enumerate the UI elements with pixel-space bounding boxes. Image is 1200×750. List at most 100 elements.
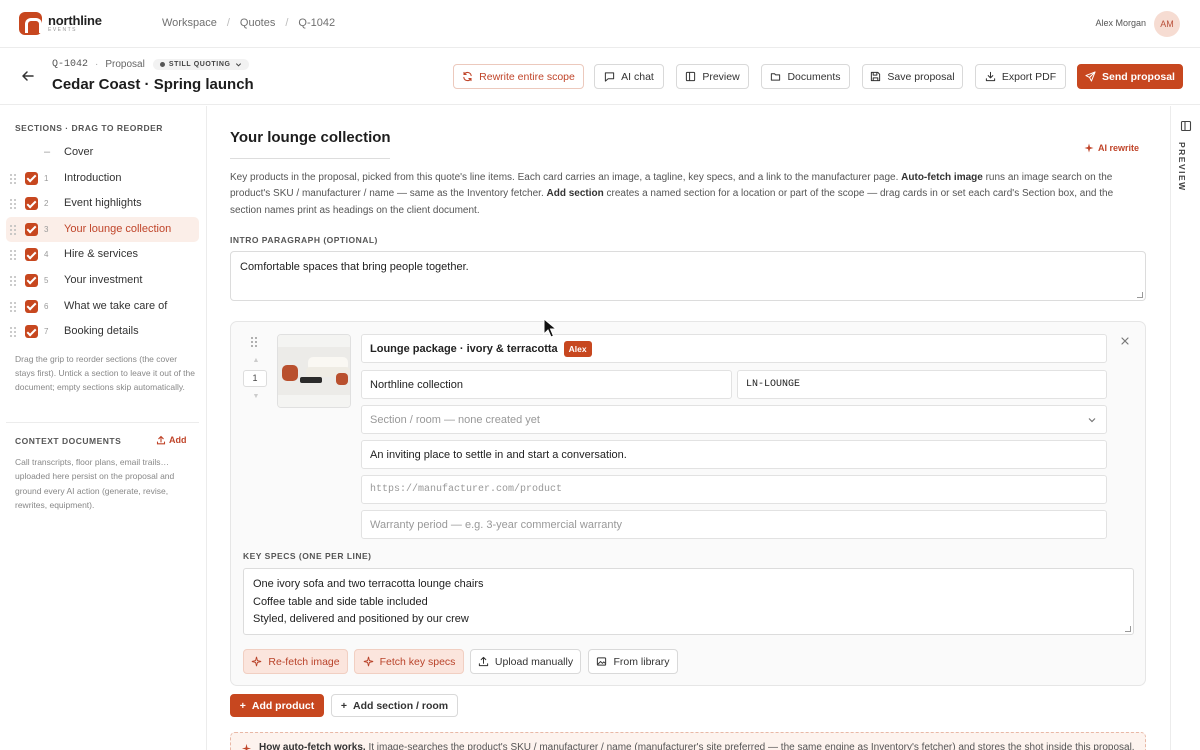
section-room-select[interactable]: Section / room — none created yet xyxy=(361,405,1107,434)
tagline-field[interactable]: An inviting place to settle in and start… xyxy=(361,440,1107,469)
drag-grip-icon[interactable] xyxy=(10,173,16,184)
from-library-button[interactable]: From library xyxy=(588,649,678,674)
key-specs-field[interactable]: One ivory sofa and two terracotta lounge… xyxy=(243,568,1134,635)
product-name-field[interactable]: Lounge package · ivory & terracotta Alex xyxy=(361,334,1107,363)
user-name[interactable]: Alex Morgan xyxy=(1095,18,1146,28)
breadcrumb: Workspace / Quotes / Q-1042 xyxy=(162,17,335,29)
cover-dash: – xyxy=(44,146,51,158)
image-icon xyxy=(597,657,607,666)
move-down-icon[interactable]: ▼ xyxy=(252,393,260,400)
status-dot-icon xyxy=(159,62,165,67)
section-checkbox[interactable] xyxy=(25,299,38,313)
sidebar-item-cover[interactable]: – Cover xyxy=(6,140,199,166)
documents-button[interactable]: Documents xyxy=(761,64,850,89)
brand-name: northline xyxy=(48,13,102,28)
section-number: 2 xyxy=(44,199,49,209)
drag-grip-icon[interactable] xyxy=(10,275,16,286)
sidebar-item-hire-services[interactable]: 4 Hire & services xyxy=(6,242,199,268)
arrow-left-icon[interactable] xyxy=(19,67,37,85)
breadcrumb-quote-id[interactable]: Q-1042 xyxy=(298,17,335,29)
upload-icon xyxy=(156,435,166,445)
sidebar-item-lounge-collection[interactable]: 3 Your lounge collection xyxy=(6,216,199,243)
sections-help-text: Drag the grip to reorder sections (the c… xyxy=(15,354,195,392)
warranty-field[interactable]: Warranty period — e.g. 3-year commercial… xyxy=(361,510,1107,539)
quote-meta: Q-1042 · Proposal STILL QUOTING xyxy=(52,59,249,70)
resize-handle-icon[interactable] xyxy=(1137,292,1143,298)
add-section-button[interactable]: + Add section / room xyxy=(331,694,458,717)
preview-button[interactable]: Preview xyxy=(676,64,749,89)
section-number: 1 xyxy=(44,173,49,183)
section-checkbox[interactable] xyxy=(25,197,38,211)
sidebar-item-label: Event highlights xyxy=(64,197,142,210)
status-label: STILL QUOTING xyxy=(168,61,231,68)
section-checkbox[interactable] xyxy=(25,171,38,185)
section-title[interactable]: Your lounge collection xyxy=(230,129,391,146)
panel-icon xyxy=(1180,120,1192,132)
url-field[interactable]: https://manufacturer.com/product xyxy=(361,475,1107,504)
sidebar-item-what-we-take-care-of[interactable]: 6 What we take care of xyxy=(6,294,199,320)
close-icon[interactable] xyxy=(1119,335,1131,347)
sku-field[interactable]: LN-LOUNGE xyxy=(737,370,1107,399)
ai-rewrite-label: AI rewrite xyxy=(1098,143,1140,153)
lounge-product-photo xyxy=(278,335,350,407)
avatar[interactable]: AM xyxy=(1154,11,1180,37)
drag-grip-icon[interactable] xyxy=(10,250,16,261)
key-specs-label: KEY SPECS (ONE PER LINE) xyxy=(243,551,372,561)
breadcrumb-quotes[interactable]: Quotes xyxy=(240,17,275,29)
export-pdf-button[interactable]: Export PDF xyxy=(975,64,1066,89)
drag-grip-icon[interactable] xyxy=(10,199,16,210)
quote-type: Proposal xyxy=(105,59,145,70)
send-icon xyxy=(1085,71,1096,82)
chevron-down-icon xyxy=(1088,418,1096,423)
drag-grip-icon[interactable] xyxy=(10,327,16,338)
sidebar-item-booking-details[interactable]: 7 Booking details xyxy=(6,319,199,345)
drag-grip-icon[interactable] xyxy=(10,301,16,312)
sidebar-item-introduction[interactable]: 1 Introduction xyxy=(6,166,199,192)
section-editor: Your lounge collection AI rewrite Key pr… xyxy=(208,106,1170,750)
brand-subtitle: EVENTS xyxy=(48,27,78,33)
northline-logo-icon[interactable] xyxy=(19,12,42,35)
intro-value: Comfortable spaces that bring people tog… xyxy=(240,261,469,273)
context-documents-heading: CONTEXT DOCUMENTS xyxy=(15,436,122,446)
fetch-key-specs-button[interactable]: Fetch key specs xyxy=(354,649,464,674)
sidebar-item-label: What we take care of xyxy=(64,299,168,312)
section-checkbox[interactable] xyxy=(25,248,38,262)
preview-rail[interactable]: PREVIEW xyxy=(1170,106,1200,750)
add-context-button[interactable]: Add xyxy=(156,435,187,445)
refetch-image-button[interactable]: Re-fetch image xyxy=(243,649,348,674)
manufacturer-field[interactable]: Northline collection xyxy=(361,370,732,399)
save-button[interactable]: Save proposal xyxy=(862,64,963,89)
section-checkbox[interactable] xyxy=(25,222,38,236)
product-image[interactable] xyxy=(277,334,351,408)
chevron-down-icon xyxy=(235,63,241,67)
plus-icon: + xyxy=(340,699,348,712)
upload-manually-button[interactable]: Upload manually xyxy=(470,649,581,674)
ai-rewrite-button[interactable]: AI rewrite xyxy=(1084,143,1139,153)
section-number: 7 xyxy=(44,327,49,337)
breadcrumb-workspace[interactable]: Workspace xyxy=(162,17,217,29)
section-checkbox[interactable] xyxy=(25,325,38,339)
sidebar-item-label: Hire & services xyxy=(64,248,138,261)
drag-grip-icon[interactable] xyxy=(251,337,259,347)
sidebar-item-event-highlights[interactable]: 2 Event highlights xyxy=(6,191,199,217)
section-checkbox[interactable] xyxy=(25,273,38,287)
rewrite-scope-button[interactable]: Rewrite entire scope xyxy=(453,64,584,89)
intro-label: INTRO PARAGRAPH (OPTIONAL) xyxy=(230,235,378,245)
plus-icon: + xyxy=(239,699,246,712)
order-number-field[interactable]: 1 xyxy=(243,370,267,387)
desc-bold: Auto-fetch image xyxy=(901,172,983,183)
ai-chat-button[interactable]: AI chat xyxy=(594,64,664,89)
drag-grip-icon[interactable] xyxy=(10,224,16,235)
export-pdf-label: Export PDF xyxy=(1001,70,1057,83)
move-up-icon[interactable]: ▲ xyxy=(252,357,260,364)
sections-list: – Cover 1 Introduction 2 Event highlight… xyxy=(6,140,199,345)
intro-paragraph-field[interactable]: Comfortable spaces that bring people tog… xyxy=(230,251,1146,301)
sidebar-item-investment[interactable]: 5 Your investment xyxy=(6,268,199,294)
status-badge[interactable]: STILL QUOTING xyxy=(152,59,249,70)
product-card: ▲ 1 ▼ Lounge package · ivory & terracott… xyxy=(230,321,1146,686)
resize-handle-icon[interactable] xyxy=(1125,626,1131,632)
send-proposal-button[interactable]: Send proposal xyxy=(1077,64,1183,89)
add-product-button[interactable]: + Add product xyxy=(230,694,324,717)
desc-bold: Add section xyxy=(546,188,604,200)
upload-icon xyxy=(478,656,489,667)
